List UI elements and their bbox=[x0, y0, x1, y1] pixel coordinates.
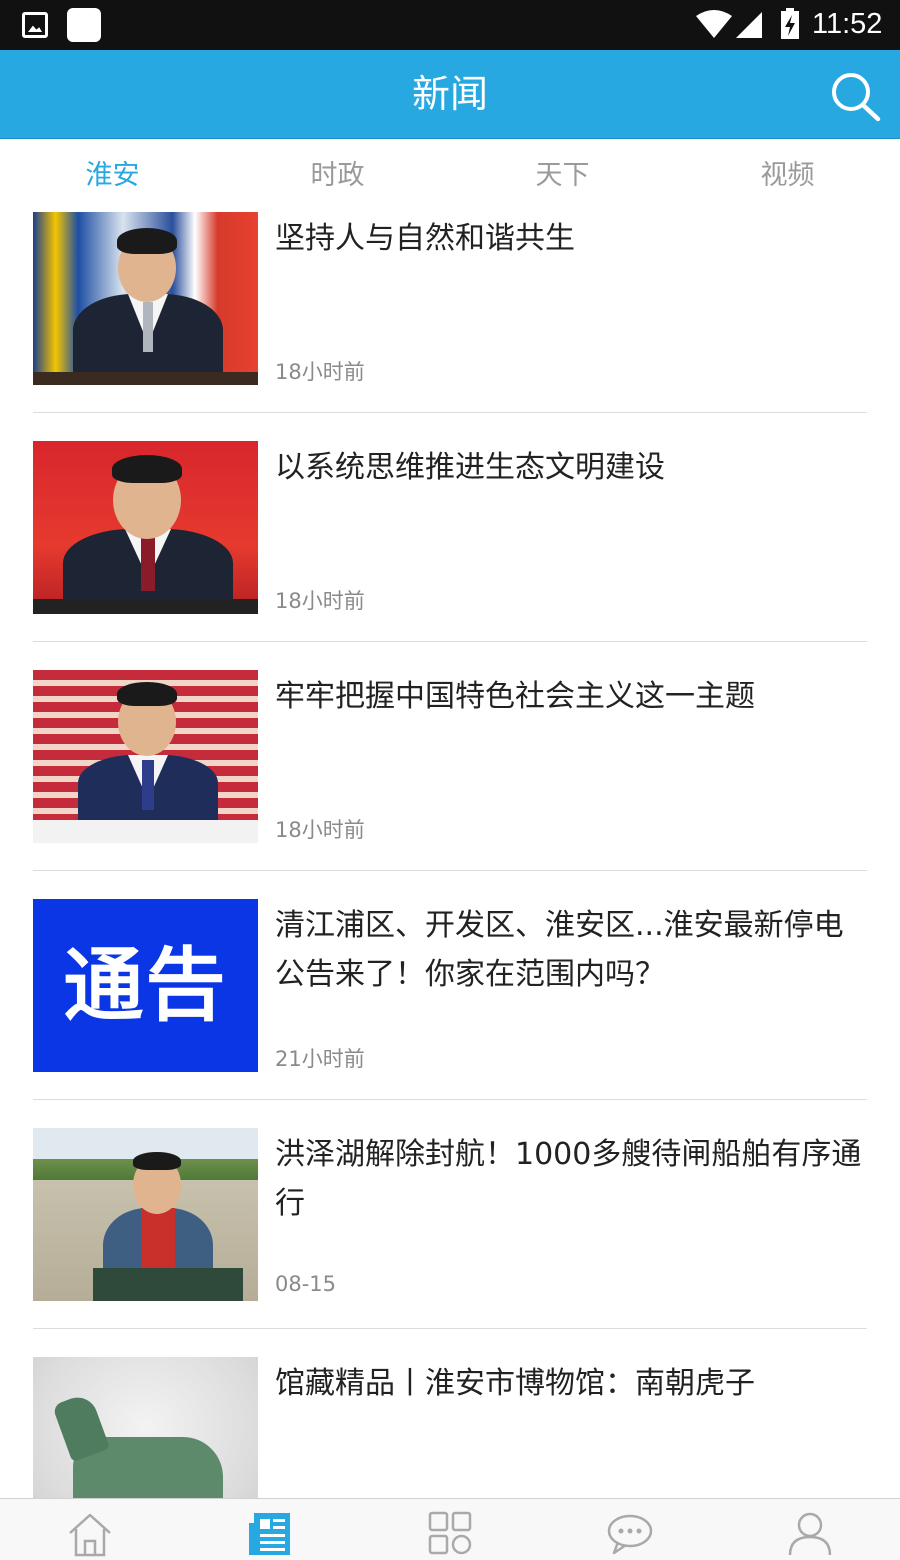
nav-apps[interactable] bbox=[360, 1499, 540, 1560]
news-item[interactable]: 馆藏精品丨淮安市博物馆：南朝虎子 bbox=[33, 1357, 867, 1498]
news-time: 18小时前 bbox=[275, 818, 365, 842]
news-title: 牢牢把握中国特色社会主义这一主题 bbox=[275, 679, 755, 714]
news-thumbnail bbox=[33, 1357, 258, 1498]
app-icon bbox=[67, 8, 101, 42]
page-title: 新闻 bbox=[411, 72, 488, 116]
nav-profile[interactable] bbox=[720, 1499, 900, 1560]
tab-huaian[interactable]: 淮安 bbox=[0, 140, 225, 212]
news-time: 21小时前 bbox=[275, 1047, 365, 1071]
tab-video[interactable]: 视频 bbox=[675, 140, 900, 212]
news-title: 清江浦区、开发区、淮安区...淮安最新停电公告来了！你家在范围内吗？ bbox=[275, 908, 844, 992]
home-icon bbox=[69, 1513, 111, 1557]
news-thumbnail bbox=[33, 670, 258, 843]
nav-news[interactable] bbox=[180, 1499, 360, 1560]
user-icon bbox=[788, 1512, 832, 1556]
news-icon bbox=[249, 1513, 290, 1555]
divider bbox=[33, 412, 867, 413]
status-bar: 11:52 bbox=[0, 0, 900, 50]
news-thumbnail bbox=[33, 212, 258, 385]
news-list: 坚持人与自然和谐共生 18小时前 以系统思维推进生态文明建设 18小时前 牢牢把… bbox=[0, 212, 900, 1498]
news-item[interactable]: 牢牢把握中国特色社会主义这一主题 18小时前 bbox=[33, 670, 867, 899]
wifi-icon bbox=[696, 10, 732, 38]
news-title: 馆藏精品丨淮安市博物馆：南朝虎子 bbox=[275, 1366, 755, 1401]
news-time: 08-15 bbox=[275, 1272, 337, 1296]
news-time: 18小时前 bbox=[275, 589, 365, 613]
news-title: 坚持人与自然和谐共生 bbox=[275, 221, 575, 256]
divider bbox=[33, 641, 867, 642]
thumbnail-text: 通告 bbox=[63, 939, 228, 1032]
app-bar: 新闻 bbox=[0, 50, 900, 139]
nav-home[interactable] bbox=[0, 1499, 180, 1560]
divider bbox=[33, 1328, 867, 1329]
chat-icon bbox=[607, 1514, 653, 1555]
tab-world[interactable]: 天下 bbox=[450, 140, 675, 212]
news-item[interactable]: 以系统思维推进生态文明建设 18小时前 bbox=[33, 441, 867, 670]
apps-grid-icon bbox=[428, 1511, 472, 1555]
news-item[interactable]: 通告 清江浦区、开发区、淮安区...淮安最新停电公告来了！你家在范围内吗？ 21… bbox=[33, 899, 867, 1128]
news-title: 以系统思维推进生态文明建设 bbox=[275, 450, 665, 485]
tab-politics[interactable]: 时政 bbox=[225, 140, 450, 212]
nav-chat[interactable] bbox=[540, 1499, 720, 1560]
news-item[interactable]: 坚持人与自然和谐共生 18小时前 bbox=[33, 212, 867, 441]
news-title: 洪泽湖解除封航！1000多艘待闸船舶有序通行 bbox=[275, 1137, 862, 1221]
search-icon[interactable] bbox=[826, 68, 884, 124]
news-thumbnail: 通告 bbox=[33, 899, 258, 1072]
news-item[interactable]: 洪泽湖解除封航！1000多艘待闸船舶有序通行 08-15 bbox=[33, 1128, 867, 1357]
news-time: 18小时前 bbox=[275, 360, 365, 384]
signal-icon bbox=[736, 12, 762, 38]
divider bbox=[33, 870, 867, 871]
gallery-icon bbox=[22, 12, 48, 38]
divider bbox=[33, 1099, 867, 1100]
tab-bar: 淮安 时政 天下 视频 bbox=[0, 140, 900, 212]
clock: 11:52 bbox=[812, 8, 883, 40]
news-thumbnail bbox=[33, 1128, 258, 1301]
news-thumbnail bbox=[33, 441, 258, 614]
bottom-nav bbox=[0, 1498, 900, 1560]
battery-charging-icon bbox=[781, 8, 799, 39]
